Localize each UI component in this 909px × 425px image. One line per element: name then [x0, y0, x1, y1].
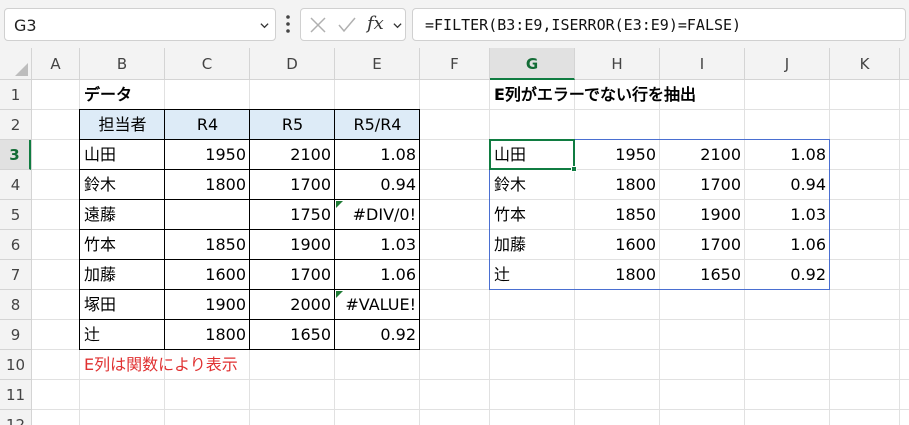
cell-b3[interactable]: 山田 [80, 140, 165, 170]
cell-i4[interactable]: 1700 [660, 170, 745, 200]
fill-handle[interactable] [571, 166, 577, 172]
cell-e7[interactable]: 1.06 [335, 260, 420, 290]
cell-c7[interactable]: 1600 [165, 260, 250, 290]
cell-j5[interactable]: 1.03 [745, 200, 830, 230]
cell-d8[interactable]: 2000 [250, 290, 335, 320]
cell-e3[interactable]: 1.08 [335, 140, 420, 170]
cell-c9[interactable]: 1800 [165, 320, 250, 350]
column-header-g[interactable]: G [490, 48, 575, 80]
column-header-f[interactable]: F [420, 48, 490, 80]
cell-b8[interactable]: 塚田 [80, 290, 165, 320]
header-b[interactable]: 担当者 [80, 110, 165, 140]
spreadsheet-grid: ABCDEFGHIJK 1 2 3 4 5 6 7 8 9 10 11 12 データ E列がエラーでない… [0, 48, 909, 425]
header-c[interactable]: R4 [165, 110, 250, 140]
cell-d7[interactable]: 1700 [250, 260, 335, 290]
cell-c8[interactable]: 1900 [165, 290, 250, 320]
column-header-a[interactable]: A [32, 48, 80, 80]
cell-e9[interactable]: 0.92 [335, 320, 420, 350]
cell-b9[interactable]: 辻 [80, 320, 165, 350]
insert-function-button[interactable]: fx [367, 13, 384, 34]
error-indicator-icon[interactable] [336, 201, 343, 208]
formula-text: =FILTER(B3:E9,ISERROR(E3:E9)=FALSE) [425, 16, 742, 34]
cell-c5[interactable] [165, 200, 250, 230]
column-header-k[interactable]: K [830, 48, 900, 80]
row-header-5[interactable]: 5 [0, 200, 31, 230]
row-header-6[interactable]: 6 [0, 230, 31, 260]
row-header-11[interactable]: 11 [0, 380, 31, 410]
cell-g5[interactable]: 竹本 [490, 200, 575, 230]
column-header-e[interactable]: E [335, 48, 420, 80]
cell-c6[interactable]: 1850 [165, 230, 250, 260]
row-header-7[interactable]: 7 [0, 260, 31, 290]
cell-d3[interactable]: 2100 [250, 140, 335, 170]
cell-b7[interactable]: 加藤 [80, 260, 165, 290]
column-headers: ABCDEFGHIJK [32, 48, 909, 80]
error-indicator-icon[interactable] [336, 291, 343, 298]
row-headers: 1 2 3 4 5 6 7 8 9 10 11 12 [0, 80, 32, 425]
cell-h7[interactable]: 1800 [575, 260, 660, 290]
select-all-icon [15, 63, 28, 76]
formula-input[interactable]: =FILTER(B3:E9,ISERROR(E3:E9)=FALSE) [412, 8, 906, 41]
cell-h3[interactable]: 1950 [575, 140, 660, 170]
cell-j6[interactable]: 1.06 [745, 230, 830, 260]
cell-c3[interactable]: 1950 [165, 140, 250, 170]
formula-controls: fx [300, 8, 406, 41]
formula-bar: G3 fx =FILTER(B3:E9,ISERROR(E3:E9)=FALSE… [0, 0, 909, 48]
title-data[interactable]: データ [80, 80, 165, 110]
cell-j4[interactable]: 0.94 [745, 170, 830, 200]
cell-e8[interactable]: #VALUE! [335, 290, 420, 320]
chevron-down-icon[interactable] [393, 21, 402, 30]
cell-e4[interactable]: 0.94 [335, 170, 420, 200]
header-e[interactable]: R5/R4 [335, 110, 420, 140]
cell-b4[interactable]: 鈴木 [80, 170, 165, 200]
cell-d6[interactable]: 1900 [250, 230, 335, 260]
name-box[interactable]: G3 [4, 8, 276, 41]
row-header-4[interactable]: 4 [0, 170, 31, 200]
row-header-3[interactable]: 3 [0, 140, 31, 170]
column-header-d[interactable]: D [250, 48, 335, 80]
cancel-icon[interactable] [309, 16, 327, 34]
more-options-icon[interactable] [283, 12, 293, 36]
check-icon[interactable] [337, 16, 357, 34]
cell-c4[interactable]: 1800 [165, 170, 250, 200]
cell-h4[interactable]: 1800 [575, 170, 660, 200]
cell-e5[interactable]: #DIV/0! [335, 200, 420, 230]
cell-i7[interactable]: 1650 [660, 260, 745, 290]
column-header-b[interactable]: B [80, 48, 165, 80]
cell-j7[interactable]: 0.92 [745, 260, 830, 290]
cell-g6[interactable]: 加藤 [490, 230, 575, 260]
header-d[interactable]: R5 [250, 110, 335, 140]
row-header-9[interactable]: 9 [0, 320, 31, 350]
cell-b6[interactable]: 竹本 [80, 230, 165, 260]
cell-g7[interactable]: 辻 [490, 260, 575, 290]
row-header-8[interactable]: 8 [0, 290, 31, 320]
note-text[interactable]: E列は関数により表示 [80, 350, 238, 380]
row-header-1[interactable]: 1 [0, 80, 31, 110]
cell-h5[interactable]: 1850 [575, 200, 660, 230]
chevron-down-icon[interactable] [260, 21, 269, 30]
cell-g3[interactable]: 山田 [490, 140, 575, 170]
name-box-value: G3 [14, 16, 37, 35]
row-header-2[interactable]: 2 [0, 110, 31, 140]
cell-d4[interactable]: 1700 [250, 170, 335, 200]
column-header-c[interactable]: C [165, 48, 250, 80]
row-header-12[interactable]: 12 [0, 410, 31, 425]
column-header-h[interactable]: H [575, 48, 660, 80]
cell-e6[interactable]: 1.03 [335, 230, 420, 260]
cell-g4[interactable]: 鈴木 [490, 170, 575, 200]
title-extract[interactable]: E列がエラーでない行を抽出 [490, 80, 696, 110]
column-header-j[interactable]: J [745, 48, 830, 80]
cell-b5[interactable]: 遠藤 [80, 200, 165, 230]
cell-area[interactable]: データ E列がエラーでない行を抽出 担当者 R4 R5 R5/R4 山田 1950 2100 1.… [32, 80, 909, 425]
cell-i5[interactable]: 1900 [660, 200, 745, 230]
cell-j3[interactable]: 1.08 [745, 140, 830, 170]
cell-h6[interactable]: 1600 [575, 230, 660, 260]
select-all-button[interactable] [0, 48, 32, 80]
column-header-i[interactable]: I [660, 48, 745, 80]
cell-i3[interactable]: 2100 [660, 140, 745, 170]
row-header-10[interactable]: 10 [0, 350, 31, 380]
cell-d9[interactable]: 1650 [250, 320, 335, 350]
cell-i6[interactable]: 1700 [660, 230, 745, 260]
cell-d5[interactable]: 1750 [250, 200, 335, 230]
